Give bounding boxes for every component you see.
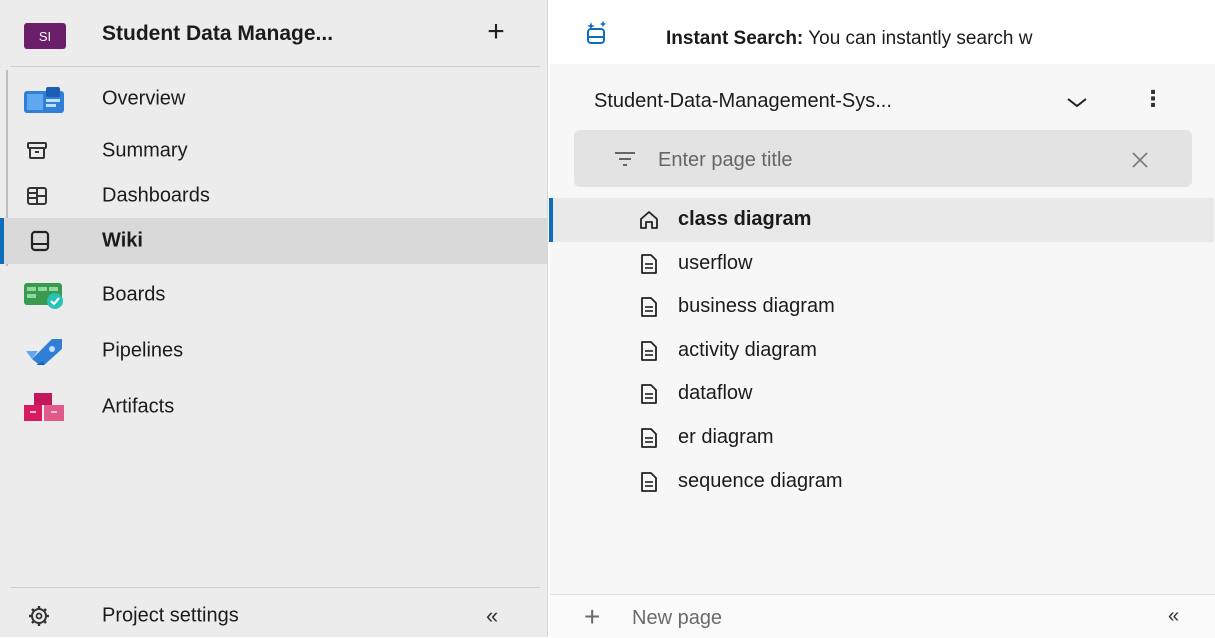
nav-label-overview: Overview	[102, 87, 186, 110]
nav-item-wiki[interactable]: Wiki	[0, 218, 548, 264]
wiki-page-item[interactable]: dataflow	[550, 372, 1215, 416]
nav-item-dashboards[interactable]: Dashboards	[0, 173, 548, 219]
nav-label-pipelines: Pipelines	[102, 339, 184, 362]
page-icon	[641, 297, 657, 317]
banner-title: Instant Search:	[666, 28, 804, 49]
project-header[interactable]: SI Student Data Manage... +	[0, 0, 548, 68]
wiki-page-label: business diagram	[678, 295, 835, 317]
project-settings-label: Project settings	[102, 604, 239, 627]
sparkle-icon	[587, 21, 606, 44]
instant-search-banner: Instant Search: You can instantly search…	[550, 18, 1215, 62]
collapse-nav-icon[interactable]: «	[486, 595, 498, 637]
project-navigation: SI Student Data Manage... + Overview Sum…	[0, 0, 548, 637]
divider	[10, 587, 540, 588]
overview-icon	[24, 87, 64, 113]
nav-item-summary[interactable]: Summary	[0, 128, 548, 174]
chevron-down-icon[interactable]	[1064, 92, 1090, 112]
wiki-page-label: sequence diagram	[678, 470, 843, 492]
nav-item-pipelines[interactable]: Pipelines	[0, 328, 548, 374]
plus-icon[interactable]: +	[478, 14, 514, 50]
artifacts-icon	[24, 393, 64, 421]
wiki-page-item[interactable]: class diagram	[549, 198, 1214, 242]
new-page-button[interactable]: New page	[632, 607, 722, 630]
nav-label-wiki: Wiki	[102, 229, 143, 252]
wiki-page-item[interactable]: er diagram	[550, 416, 1215, 460]
home-icon	[640, 211, 658, 229]
wiki-selector[interactable]: Student-Data-Management-Sys...	[594, 90, 892, 113]
nav-item-artifacts[interactable]: Artifacts	[0, 384, 548, 430]
close-icon[interactable]	[1130, 150, 1150, 170]
page-icon	[641, 384, 657, 404]
wiki-icon	[30, 230, 50, 252]
nav-label-summary: Summary	[102, 139, 188, 162]
wiki-page-label: class diagram	[678, 208, 812, 230]
page-icon	[641, 428, 657, 448]
divider	[10, 66, 540, 67]
nav-item-overview[interactable]: Overview	[0, 76, 548, 122]
nav-item-boards[interactable]: Boards	[0, 272, 548, 318]
filter-icon	[615, 152, 635, 166]
page-icon	[641, 254, 657, 274]
nav-label-artifacts: Artifacts	[102, 395, 175, 418]
banner-message: You can instantly search w	[803, 28, 1033, 49]
gear-icon	[29, 606, 49, 626]
page-icon	[641, 472, 657, 492]
wiki-page-label: dataflow	[678, 382, 753, 404]
project-settings[interactable]: Project settings «	[0, 595, 548, 637]
boards-icon	[24, 283, 63, 309]
more-options-icon[interactable]: ⋮	[1142, 86, 1164, 112]
page-filter	[574, 130, 1192, 187]
nav-label-boards: Boards	[102, 283, 166, 306]
page-title-filter-input[interactable]	[656, 144, 1100, 176]
page-icon	[641, 341, 657, 361]
wiki-panel-footer: + New page «	[550, 594, 1215, 638]
plus-icon[interactable]: +	[584, 601, 600, 633]
banner-text: Instant Search: You can instantly search…	[666, 28, 1032, 50]
collapse-tree-icon[interactable]: «	[1168, 605, 1179, 628]
wiki-page-label: er diagram	[678, 426, 774, 448]
summary-icon	[27, 142, 47, 159]
wiki-page-item[interactable]: activity diagram	[550, 329, 1215, 373]
wiki-page-label: activity diagram	[678, 339, 817, 361]
project-avatar: SI	[24, 23, 66, 49]
project-name[interactable]: Student Data Manage...	[102, 22, 333, 46]
wiki-page-label: userflow	[678, 252, 753, 274]
wiki-page-item[interactable]: userflow	[550, 242, 1215, 286]
wiki-page-item[interactable]: business diagram	[550, 285, 1215, 329]
wiki-tree-panel: Student-Data-Management-Sys... ⋮ class d…	[549, 64, 1215, 638]
wiki-page-item[interactable]: sequence diagram	[550, 460, 1215, 504]
dashboards-icon	[27, 187, 47, 205]
pipelines-icon	[26, 339, 62, 365]
nav-label-dashboards: Dashboards	[102, 184, 210, 207]
